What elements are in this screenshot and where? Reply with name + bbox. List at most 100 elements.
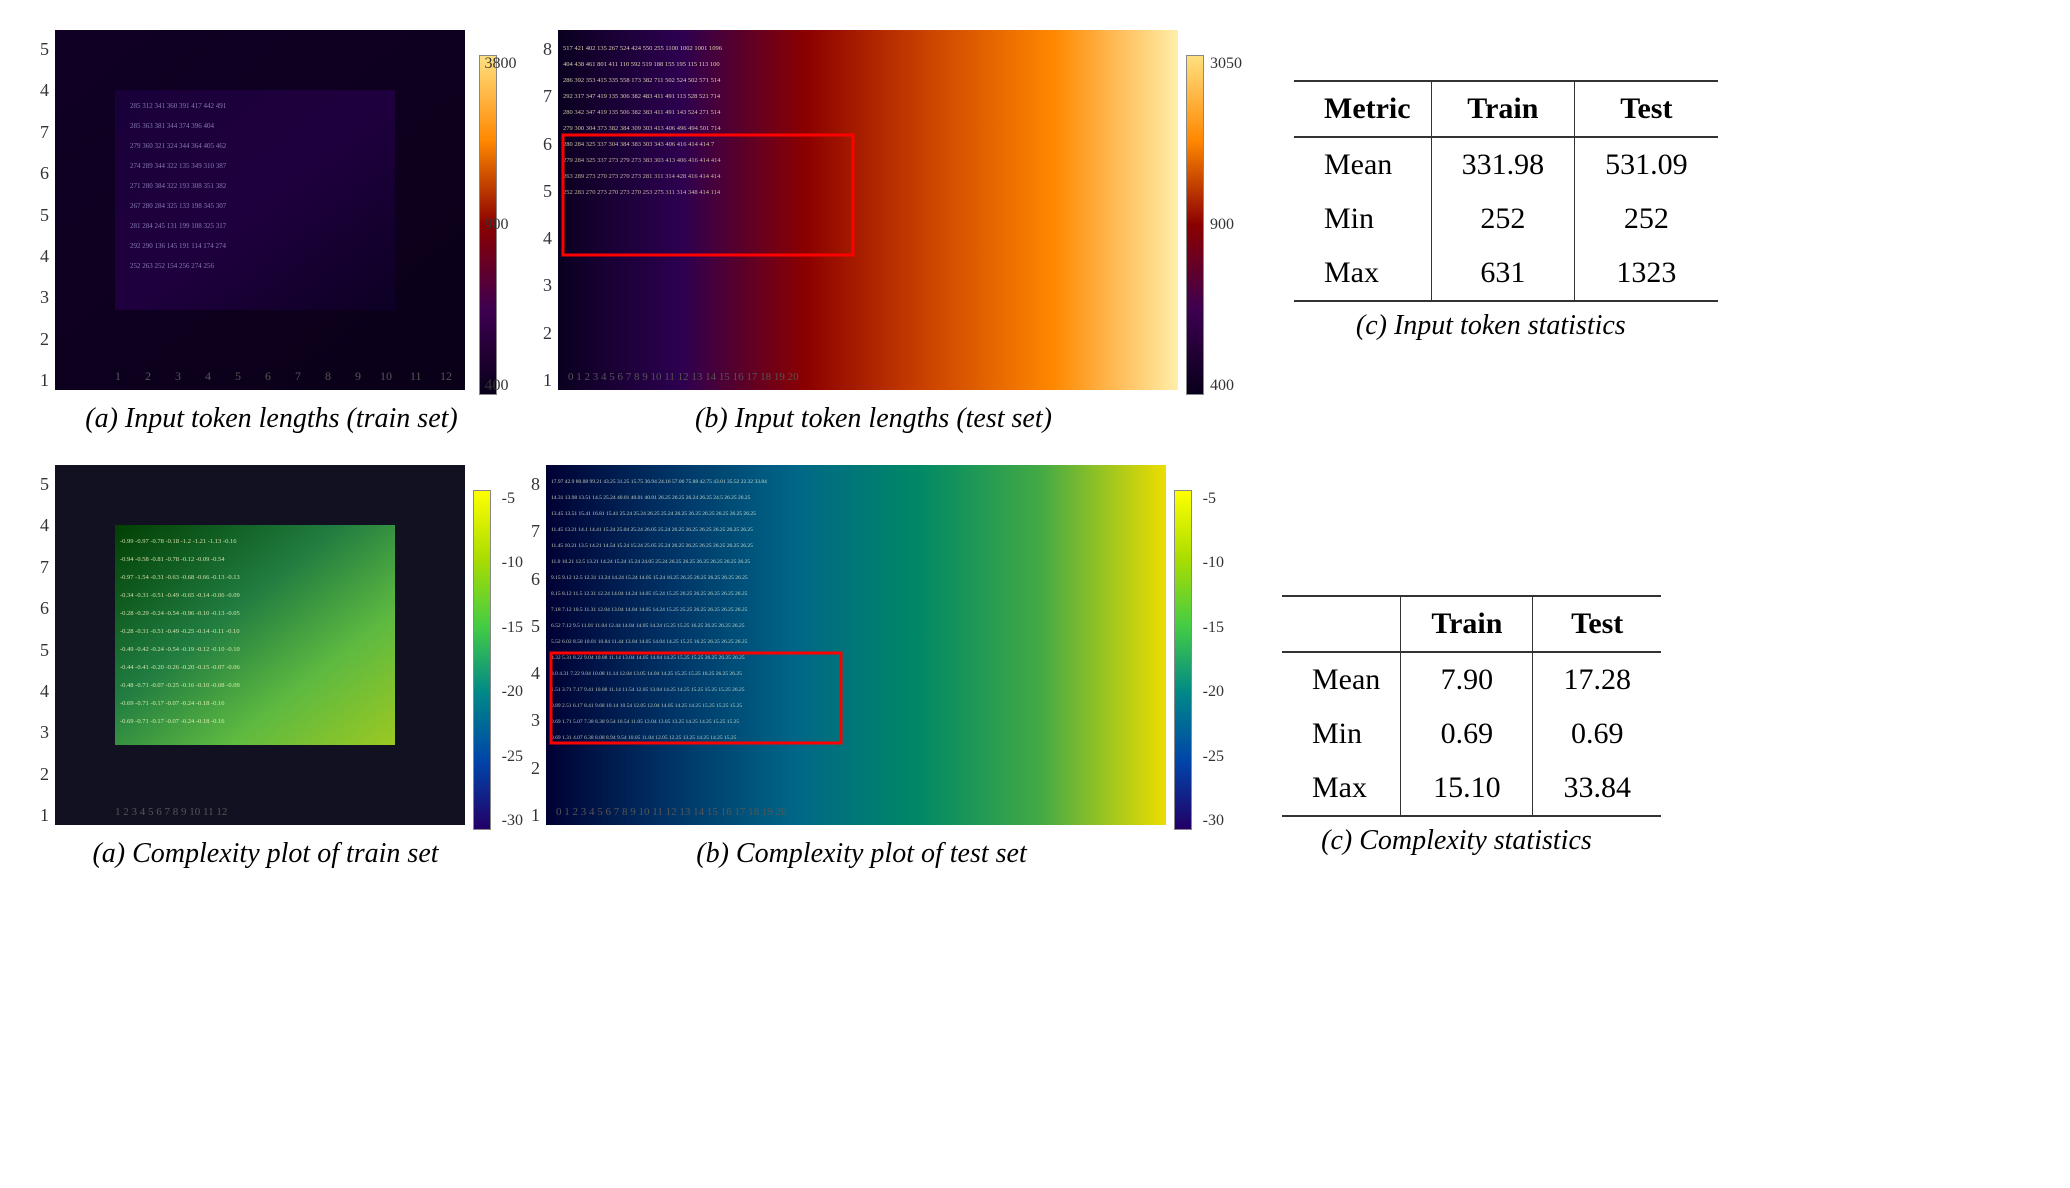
- colorbar-test-max: 3050: [1210, 55, 1242, 73]
- row-min-train: 252: [1431, 192, 1575, 246]
- svg-text:404 438 461 801 411 110 592 51: 404 438 461 801 411 110 592 519 188 155 …: [563, 61, 720, 68]
- figure-c-bottom: Train Test Mean 7.90 17.28 Min 0.69 0.69: [1252, 565, 1661, 857]
- colorbar-mid: 900: [485, 216, 517, 234]
- svg-text:286 392 353 415 335 558 173 38: 286 392 353 415 335 558 173 382 711 502 …: [563, 77, 721, 84]
- svg-text:279 300 304 373 382 384 309 30: 279 300 304 373 382 384 309 303 413 406 …: [563, 125, 721, 132]
- row-max-test-b: 33.84: [1533, 761, 1661, 816]
- svg-text:285 312 341 360 391 417 442 49: 285 312 341 360 391 417 442 491: [130, 102, 227, 110]
- fig-caption-b-top: (b) Input token lengths (test set): [695, 403, 1052, 435]
- colorbar-token-train: 3800 900 400: [473, 45, 503, 395]
- fig-caption-c-top: (c) Input token statistics: [1356, 310, 1626, 342]
- header-train-b: Train: [1401, 596, 1533, 652]
- colorbar-complexity-test-mid4: -25: [1203, 748, 1224, 766]
- row-max-train: 631: [1431, 246, 1575, 301]
- svg-text:292 290 136 145 191 114 174 27: 292 290 136 145 191 114 174 274: [130, 242, 226, 250]
- colorbar-complexity-train-mid4: -25: [502, 748, 523, 766]
- test-token-heatmap: 517 421 402 135 267 524 424 550 255 1100…: [558, 30, 1178, 390]
- colorbar-complexity-test-mid3: -20: [1203, 683, 1224, 701]
- svg-text:14.31 13.98 13.51 14.5 25.24 4: 14.31 13.98 13.51 14.5 25.24 40.01 40.01…: [551, 495, 751, 501]
- colorbar-complexity-train-min: -30: [502, 812, 523, 830]
- header-train: Train: [1431, 81, 1575, 137]
- svg-text:1.51 3.71 7.17 9.41 10.08 11.1: 1.51 3.71 7.17 9.41 10.08 11.14 11.54 12…: [551, 687, 745, 693]
- svg-text:5: 5: [235, 369, 241, 383]
- row-min-label-b: Min: [1282, 707, 1401, 761]
- row-max-label-b: Max: [1282, 761, 1401, 816]
- colorbar-complexity-test-mid1: -10: [1203, 554, 1224, 572]
- colorbar-test-min: 400: [1210, 377, 1242, 395]
- row-min-test: 252: [1575, 192, 1718, 246]
- svg-text:17.97 42.9 80.88 99.21 43.25 3: 17.97 42.9 80.88 99.21 43.25 31.25 15.75…: [551, 479, 767, 485]
- svg-text:279 360 321 324 344 364 405 46: 279 360 321 324 344 364 405 462: [130, 142, 227, 150]
- fig-caption-c-bottom: (c) Complexity statistics: [1321, 825, 1592, 857]
- row-min-test-b: 0.69: [1533, 707, 1661, 761]
- svg-text:-0.69 -0.71 -0.17 -0.07 -0.24: -0.69 -0.71 -0.17 -0.07 -0.24 -0.18 -0.1…: [120, 718, 225, 725]
- svg-text:3.0 4.31 7.22 9.04 10.08 11.14: 3.0 4.31 7.22 9.04 10.08 11.14 12.04 13.…: [551, 671, 742, 677]
- svg-text:252 283 270 273 270 273 270 25: 252 283 270 273 270 273 270 253 275 311 …: [563, 189, 721, 196]
- complexity-stats-table: Train Test Mean 7.90 17.28 Min 0.69 0.69: [1282, 595, 1661, 817]
- colorbar-complexity-train-mid1: -10: [502, 554, 523, 572]
- svg-text:271 280 384 322 193 308 351 38: 271 280 384 322 193 308 351 382: [130, 182, 227, 190]
- svg-text:-0.99 -0.97 -0.78 -0.18 -1.2 -: -0.99 -0.97 -0.78 -0.18 -1.2 -1.21 -1.13…: [120, 538, 237, 545]
- row-mean-train-b: 7.90: [1401, 652, 1533, 707]
- svg-text:11: 11: [410, 369, 422, 383]
- fig-caption-b-bottom: (b) Complexity plot of test set: [696, 838, 1027, 870]
- svg-text:11.45 13.21 14.1 14.41 15.24 2: 11.45 13.21 14.1 14.41 15.24 25.04 25.24…: [551, 527, 753, 533]
- svg-text:4.32 5.31 8.22 9.04 10.08 11.1: 4.32 5.31 8.22 9.04 10.08 11.14 13.04 14…: [551, 655, 745, 661]
- row-max-train-b: 15.10: [1401, 761, 1533, 816]
- svg-text:517 421 402 135 267 524 424 55: 517 421 402 135 267 524 424 550 255 1100…: [563, 45, 723, 52]
- svg-text:9: 9: [355, 369, 361, 383]
- svg-text:9.15 9.12 12.5 12.31 13.24 14.: 9.15 9.12 12.5 12.31 13.24 14.24 15.24 1…: [551, 575, 748, 581]
- svg-text:3: 3: [175, 369, 181, 383]
- figure-b-bottom: 8 7 6 5 4 3 2 1: [531, 465, 1192, 870]
- colorbar-max: 3800: [485, 55, 517, 73]
- figure-a-top: 5 4 7 6 5 4 3 2 1: [40, 30, 503, 435]
- svg-text:6: 6: [265, 369, 271, 383]
- train-complexity-heatmap: -0.99 -0.97 -0.78 -0.18 -1.2 -1.21 -1.13…: [55, 465, 465, 825]
- figure-c-top: Metric Train Test Mean 331.98 531.09 Min…: [1264, 50, 1718, 342]
- fig-caption-a-bottom: (a) Complexity plot of train set: [92, 838, 438, 870]
- svg-text:-0.94 -0.58 -0.81 -0.78 -0.12: -0.94 -0.58 -0.81 -0.78 -0.12 -0.09 -0.5…: [120, 556, 225, 563]
- svg-text:0 1 2 3 4 5 6 7 8 9 10 11 12 1: 0 1 2 3 4 5 6 7 8 9 10 11 12 13 14 15 16…: [568, 371, 799, 383]
- svg-text:-0.48 -0.71 -0.07 -0.25 -0.16: -0.48 -0.71 -0.07 -0.25 -0.16 -0.10 -0.0…: [120, 682, 240, 689]
- row-mean-train: 331.98: [1431, 137, 1575, 192]
- svg-text:263 289 273 270 273 270 273 28: 263 289 273 270 273 270 273 281 311 314 …: [563, 173, 721, 180]
- svg-text:-0.69 -0.71 -0.17 -0.07 -0.24: -0.69 -0.71 -0.17 -0.07 -0.24 -0.18 -0.1…: [120, 700, 225, 707]
- header-test-b: Test: [1533, 596, 1661, 652]
- figure-b-top: 8 7 6 5 4 3 2 1: [543, 30, 1204, 435]
- row-mean-test: 531.09: [1575, 137, 1718, 192]
- test-complexity-heatmap: 17.97 42.9 80.88 99.21 43.25 31.25 15.75…: [546, 465, 1166, 825]
- svg-text:10: 10: [380, 369, 392, 383]
- colorbar-complexity-train-mid2: -15: [502, 619, 523, 637]
- svg-text:292 317 347 419 135 306 382 48: 292 317 347 419 135 306 382 483 411 491 …: [563, 93, 721, 100]
- svg-text:11.45 10.21 13.5 14.21 14.54 1: 11.45 10.21 13.5 14.21 14.54 15.24 15.24…: [551, 543, 753, 549]
- svg-text:1: 1: [115, 369, 121, 383]
- svg-text:8.15 8.12 11.5 12.31 12.24 14.: 8.15 8.12 11.5 12.31 12.24 14.04 14.24 1…: [551, 591, 748, 597]
- svg-text:1 2 3 4 5 6 7 8 9 10 11 12: 1 2 3 4 5 6 7 8 9 10 11 12: [115, 806, 227, 818]
- header-test: Test: [1575, 81, 1718, 137]
- svg-text:11.0 10.21 12.5 13.21 14.24 15: 11.0 10.21 12.5 13.21 14.24 15.24 15.24 …: [551, 559, 750, 565]
- svg-text:280 342 347 419 135 506 382 38: 280 342 347 419 135 506 382 383 411 491 …: [563, 109, 721, 116]
- svg-text:2: 2: [145, 369, 151, 383]
- svg-text:279 284 325 337 273 279 273 38: 279 284 325 337 273 279 273 383 303 413 …: [563, 157, 721, 164]
- svg-text:280 284 325 337 304 384 383 30: 280 284 325 337 304 384 383 303 343 406 …: [563, 141, 715, 148]
- svg-text:267 280 284 325 133 198 345 30: 267 280 284 325 133 198 345 307: [130, 202, 227, 210]
- svg-text:252 263 252 154 256 274 256: 252 263 252 154 256 274 256: [130, 262, 215, 270]
- header-metric: Metric: [1294, 81, 1431, 137]
- header-metric-b: [1282, 596, 1401, 652]
- row-max-test: 1323: [1575, 246, 1718, 301]
- fig-caption-a-top: (a) Input token lengths (train set): [85, 403, 457, 435]
- svg-text:-0.28 -0.31 -0.51 -0.49 -0.25: -0.28 -0.31 -0.51 -0.49 -0.25 -0.14 -0.1…: [120, 628, 239, 635]
- colorbar-min: 400: [485, 377, 517, 395]
- svg-text:7: 7: [295, 369, 301, 383]
- svg-text:-0.34 -0.31 -0.51 -0.49 -0.65: -0.34 -0.31 -0.51 -0.49 -0.65 -0.14 -0.0…: [120, 592, 240, 599]
- row-mean-label: Mean: [1294, 137, 1431, 192]
- row-mean-label-b: Mean: [1282, 652, 1401, 707]
- svg-text:13.45 13.51 15.41 16.81 15.41: 13.45 13.51 15.41 16.81 15.41 25.24 25.2…: [551, 511, 756, 517]
- colorbar-complexity-train-mid3: -20: [502, 683, 523, 701]
- row-max-label: Max: [1294, 246, 1431, 301]
- svg-text:12: 12: [440, 369, 452, 383]
- svg-text:6.52 7.12 9.5 11.01 11.04 12.4: 6.52 7.12 9.5 11.01 11.04 12.44 14.04 14…: [551, 623, 745, 629]
- row-mean-test-b: 17.28: [1533, 652, 1661, 707]
- svg-text:-0.44 -0.41 -0.20 -0.26 -0.20: -0.44 -0.41 -0.20 -0.26 -0.20 -0.15 -0.0…: [120, 664, 240, 671]
- colorbar-complexity-test-mid2: -15: [1203, 619, 1224, 637]
